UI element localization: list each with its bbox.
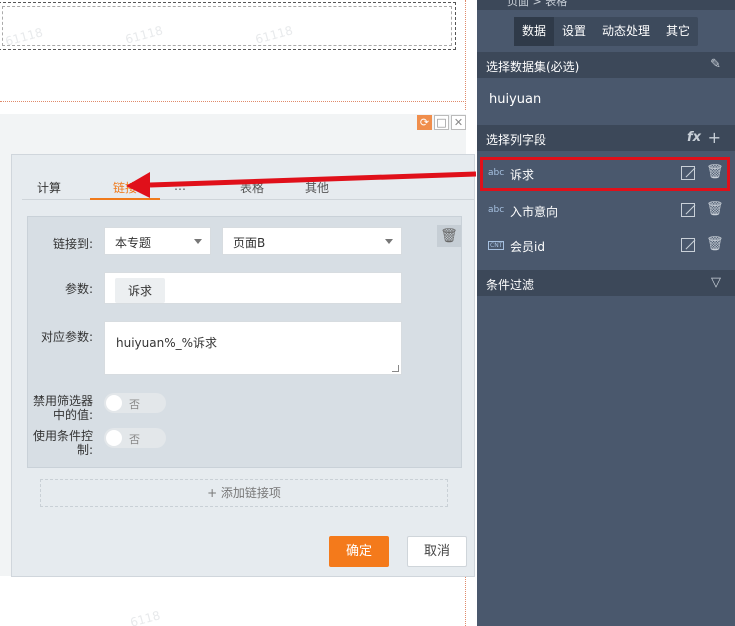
maximize-icon[interactable]: □ (434, 115, 449, 130)
tab-other[interactable]: 其它 (658, 17, 698, 46)
count-type-icon: CNT (488, 241, 505, 250)
breadcrumb-text: 页面 > 表格 (507, 0, 568, 8)
add-link-button[interactable]: + 添加链接项 (40, 479, 448, 507)
guide-line (465, 575, 466, 626)
tab-settings[interactable]: 设置 (554, 17, 594, 46)
toggle-label: 否 (129, 433, 140, 446)
param-input[interactable]: 诉求 (104, 272, 402, 304)
page-select[interactable]: 页面B (222, 227, 402, 255)
list-item[interactable]: CNT 会员id 🗑 (477, 231, 735, 261)
watermark: 6118 (128, 608, 162, 626)
dialog-tabs: 计算 链接 … 表格 其他 (22, 172, 474, 200)
ok-button[interactable]: 确定 (329, 536, 389, 567)
tab-data[interactable]: 数据 (514, 17, 555, 46)
tab-calc[interactable]: 计算 (37, 179, 61, 196)
disable-filter-label: 禁用筛选器 中的值: (31, 394, 93, 422)
guide-line (0, 101, 466, 102)
trash-icon: 🗑 (440, 228, 458, 244)
condition-filter-title: 条件过滤 (486, 278, 535, 292)
select-dataset-title: 选择数据集(必选) (486, 60, 580, 74)
tab-link[interactable]: 链接 (90, 172, 160, 200)
condition-filter-header: 条件过滤 ▽ (477, 270, 735, 296)
toggle-knob (106, 430, 122, 446)
dataset-name[interactable]: huiyuan (489, 92, 541, 107)
param-label: 参数: (64, 282, 93, 296)
trash-icon[interactable]: 🗑 (706, 236, 724, 252)
use-condition-label-line2: 制: (76, 443, 93, 457)
cancel-button[interactable]: 取消 (407, 536, 467, 567)
chevron-down-icon (385, 239, 393, 244)
page-select-value: 页面B (233, 236, 266, 250)
link-settings-dialog: 计算 链接 … 表格 其他 链接到: 本专题 页面B 🗑 参数: 诉求 对应参数… (11, 154, 475, 577)
topic-select[interactable]: 本专题 (104, 227, 211, 255)
tab-hidden[interactable]: … (174, 179, 186, 193)
plus-icon[interactable]: + (708, 128, 721, 147)
pencil-icon[interactable]: ✎ (710, 57, 721, 72)
panel-tabs: 数据 设置 动态处理 其它 (514, 17, 699, 46)
filter-icon[interactable]: ▽ (711, 275, 721, 290)
text-type-icon: abc (488, 205, 505, 215)
toggle-label: 否 (129, 398, 140, 411)
mapped-param-textarea[interactable]: huiyuan%_%诉求 (104, 321, 402, 375)
disable-filter-toggle[interactable]: 否 (104, 393, 166, 413)
param-chip[interactable]: 诉求 (115, 278, 166, 303)
disable-filter-label-line1: 禁用筛选器 (32, 394, 93, 408)
delete-link-button[interactable]: 🗑 (437, 225, 461, 247)
select-fields-title: 选择列字段 (486, 133, 547, 147)
chevron-down-icon (194, 239, 202, 244)
edit-icon[interactable] (681, 203, 695, 217)
annotation-highlight (480, 157, 730, 191)
use-condition-label-line1: 使用条件控 (32, 429, 93, 443)
select-dataset-header: 选择数据集(必选) ✎ (477, 52, 735, 78)
field-name: 入市意向 (510, 205, 559, 219)
formula-icon[interactable]: fx (687, 130, 701, 145)
use-condition-label: 使用条件控 制: (31, 429, 93, 457)
select-fields-header: 选择列字段 fx + (477, 125, 735, 151)
property-panel: 页面 > 表格 数据 设置 动态处理 其它 选择数据集(必选) ✎ huiyua… (477, 0, 735, 626)
canvas-widget[interactable] (0, 2, 456, 50)
tab-other[interactable]: 其他 (305, 179, 329, 196)
mapped-param-value: huiyuan%_%诉求 (116, 336, 218, 350)
link-to-label: 链接到: (52, 237, 93, 251)
field-name: 会员id (510, 240, 545, 254)
widget-controls: ⟳ □ ✕ (417, 115, 466, 131)
guide-line (465, 0, 466, 110)
disable-filter-label-line2: 中的值: (52, 408, 93, 422)
tab-dynamic[interactable]: 动态处理 (594, 17, 658, 46)
use-condition-toggle[interactable]: 否 (104, 428, 166, 448)
close-icon[interactable]: ✕ (451, 115, 466, 130)
resize-handle-icon[interactable] (392, 365, 399, 372)
refresh-icon[interactable]: ⟳ (417, 115, 432, 130)
topic-select-value: 本专题 (115, 236, 152, 250)
tab-table[interactable]: 表格 (240, 179, 264, 196)
list-item[interactable]: abc 入市意向 🗑 (477, 196, 735, 226)
mapped-param-label: 对应参数: (40, 330, 93, 344)
toggle-knob (106, 395, 122, 411)
trash-icon[interactable]: 🗑 (706, 201, 724, 217)
canvas-widget-inner (2, 6, 452, 46)
link-item-panel: 链接到: 本专题 页面B 🗑 参数: 诉求 对应参数: huiyuan%_%诉求… (27, 216, 462, 468)
edit-icon[interactable] (681, 238, 695, 252)
breadcrumb: 页面 > 表格 (477, 0, 735, 10)
